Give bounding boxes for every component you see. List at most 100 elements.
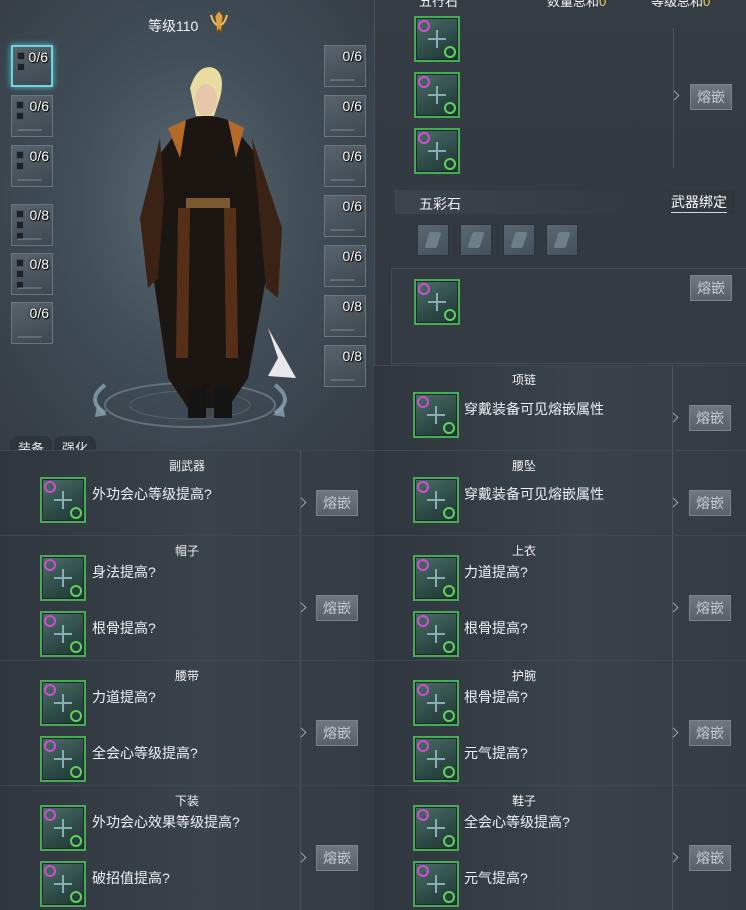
equip-slot-top[interactable]: 0/8	[11, 204, 53, 246]
chevron-right-icon	[296, 497, 307, 508]
gem-attribute-text: 根骨提高?	[464, 620, 528, 636]
weapon-gem-socket[interactable]	[414, 72, 460, 118]
bracer-gem-socket[interactable]	[413, 680, 459, 726]
equip-slot-hidden-weapon[interactable]: 0/8	[324, 345, 366, 387]
shoes-gem-socket[interactable]	[413, 861, 459, 907]
tab-equipment[interactable]: 装备	[10, 436, 53, 450]
equipment-icon	[17, 277, 47, 289]
card-belt: 腰带 力道提高? 全会心等级提高? 熔嵌	[0, 660, 374, 786]
divider	[300, 536, 301, 661]
five-element-header: 五行石	[419, 0, 459, 9]
add-gem-icon	[427, 491, 445, 509]
inlay-button-waist-pendant[interactable]: 熔嵌	[689, 490, 731, 516]
empty-gem-socket-icon	[16, 210, 24, 218]
add-gem-icon	[428, 142, 446, 160]
weapon-gem-socket[interactable]	[414, 128, 460, 174]
add-gem-icon	[427, 406, 445, 424]
pants-gem-socket[interactable]	[40, 861, 86, 907]
add-gem-icon	[54, 819, 72, 837]
gem-attribute-text: 元气提高?	[464, 745, 528, 761]
character-level: 等级110	[148, 18, 199, 34]
top-gem-socket[interactable]	[413, 611, 459, 657]
five-color-gem-socket[interactable]	[414, 279, 460, 325]
belt-gem-socket[interactable]	[40, 736, 86, 782]
gem-attribute-text: 穿戴装备可见熔嵌属性	[464, 486, 604, 502]
chevron-right-icon	[668, 602, 679, 613]
equip-slot-belt[interactable]: 0/8	[11, 253, 53, 295]
chevron-right-icon	[296, 602, 307, 613]
card-shoes: 鞋子 全会心等级提高? 元气提高? 熔嵌	[374, 785, 746, 910]
inlay-button-pants[interactable]: 熔嵌	[316, 845, 358, 871]
divider	[672, 451, 673, 536]
divider	[672, 661, 673, 786]
necklace-gem-socket[interactable]	[413, 392, 459, 438]
inlay-button-top[interactable]: 熔嵌	[689, 595, 731, 621]
chevron-right-icon	[668, 727, 679, 738]
socket-count: 0/6	[342, 198, 362, 214]
pants-gem-socket[interactable]	[40, 805, 86, 851]
socket-count: 0/8	[29, 207, 49, 223]
equipment-tabs: 装备 强化	[10, 436, 97, 450]
five-color-stone-icon[interactable]	[417, 224, 449, 256]
weapon-bind-toggle[interactable]: 武器绑定	[671, 192, 727, 213]
equip-slot-ring-1[interactable]: 0/6	[324, 245, 366, 287]
inlay-button-bracer[interactable]: 熔嵌	[689, 720, 731, 746]
socket-green-icon	[444, 309, 456, 321]
tab-enhance[interactable]: 强化	[54, 436, 97, 450]
shoes-gem-socket[interactable]	[413, 805, 459, 851]
inlay-button-hat[interactable]: 熔嵌	[316, 595, 358, 621]
top-gem-socket[interactable]	[413, 555, 459, 601]
inlay-button-weapon[interactable]: 熔嵌	[690, 84, 732, 110]
add-gem-icon	[428, 293, 446, 311]
gem-attribute-text: 外功会心等级提高?	[92, 486, 212, 502]
card-necklace: 项链 穿戴装备可见熔嵌属性 熔嵌	[374, 365, 746, 451]
five-color-stone-icon[interactable]	[546, 224, 578, 256]
socket-green-icon	[70, 585, 82, 597]
socket-count: 0/8	[29, 256, 49, 272]
gem-attribute-text: 破招值提高?	[92, 870, 170, 886]
socket-count: 0/6	[342, 248, 362, 264]
socket-green-icon	[444, 46, 456, 58]
five-color-stone-icon[interactable]	[460, 224, 492, 256]
bracer-gem-socket[interactable]	[413, 736, 459, 782]
chevron-right-icon	[669, 90, 680, 101]
gem-attribute-text: 全会心等级提高?	[92, 745, 198, 761]
card-top: 上衣 力道提高? 根骨提高? 熔嵌	[374, 535, 746, 661]
divider	[672, 536, 673, 661]
equipment-icon	[330, 169, 360, 181]
waist-pendant-gem-socket[interactable]	[413, 477, 459, 523]
inlay-button-offhand[interactable]: 熔嵌	[316, 490, 358, 516]
empty-gem-socket-icon	[17, 63, 25, 71]
socket-count: 0/6	[29, 98, 49, 114]
inlay-button-five-color[interactable]: 熔嵌	[690, 275, 732, 301]
weapon-gem-socket[interactable]	[414, 16, 460, 62]
card-bracer: 护腕 根骨提高? 元气提高? 熔嵌	[374, 660, 746, 786]
equip-slot-bracer[interactable]: 0/6	[11, 302, 53, 344]
inlay-button-belt[interactable]: 熔嵌	[316, 720, 358, 746]
socket-green-icon	[443, 507, 455, 519]
socket-count: 0/6	[342, 48, 362, 64]
equip-slot-weapon[interactable]: 0/6	[11, 45, 53, 87]
equip-slot-offhand[interactable]: 0/6	[11, 95, 53, 137]
chevron-right-icon	[668, 852, 679, 863]
inlay-button-necklace[interactable]: 熔嵌	[689, 405, 731, 431]
hat-gem-socket[interactable]	[40, 611, 86, 657]
equip-slot-hat[interactable]: 0/6	[11, 145, 53, 187]
belt-gem-socket[interactable]	[40, 680, 86, 726]
socket-green-icon	[443, 835, 455, 847]
equip-slot-ring-2[interactable]: 0/8	[324, 295, 366, 337]
card-title: 副武器	[168, 459, 205, 473]
hat-gem-socket[interactable]	[40, 555, 86, 601]
offhand-gem-socket[interactable]	[40, 477, 86, 523]
five-color-stone-icon[interactable]	[503, 224, 535, 256]
add-gem-icon	[427, 819, 445, 837]
add-gem-icon	[427, 875, 445, 893]
inlay-button-shoes[interactable]: 熔嵌	[689, 845, 731, 871]
card-title: 腰坠	[511, 459, 536, 473]
empty-gem-socket-icon	[17, 52, 25, 60]
card-offhand: 副武器 外功会心等级提高? 熔嵌	[0, 450, 374, 536]
equip-slot-pants[interactable]: 0/6	[324, 145, 366, 187]
equip-slot-necklace[interactable]: 0/6	[324, 45, 366, 87]
equip-slot-shoes[interactable]: 0/6	[324, 195, 366, 237]
equip-slot-waist-pendant[interactable]: 0/6	[324, 95, 366, 137]
